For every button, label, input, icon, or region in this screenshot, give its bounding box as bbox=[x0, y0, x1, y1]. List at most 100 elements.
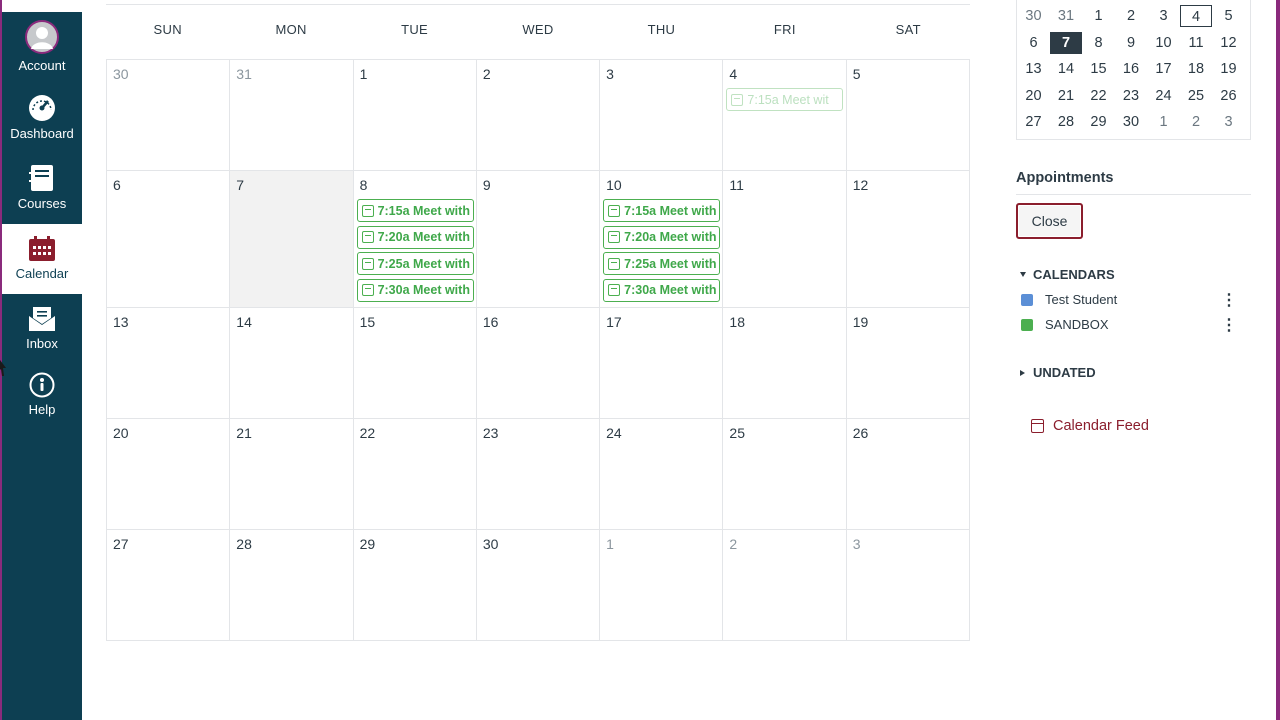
mini-calendar-day[interactable]: 1 bbox=[1148, 111, 1180, 133]
day-cell[interactable]: 1 bbox=[353, 60, 477, 171]
day-cell[interactable]: 2 bbox=[723, 530, 847, 641]
mini-calendar-day[interactable]: 2 bbox=[1115, 5, 1147, 27]
day-cell[interactable]: 19 bbox=[846, 308, 970, 419]
day-number[interactable]: 31 bbox=[236, 66, 252, 82]
mini-calendar-day[interactable]: 24 bbox=[1148, 85, 1180, 107]
mini-calendar-day[interactable]: 21 bbox=[1050, 85, 1082, 107]
nav-inbox[interactable]: Inbox bbox=[2, 306, 82, 362]
day-cell[interactable]: 6 bbox=[107, 171, 231, 308]
day-number[interactable]: 30 bbox=[483, 536, 499, 552]
day-cell[interactable]: 20 bbox=[107, 419, 231, 530]
nav-account[interactable]: Account bbox=[2, 20, 82, 82]
mini-calendar-day[interactable]: 5 bbox=[1213, 5, 1245, 27]
day-cell[interactable]: 15 bbox=[353, 308, 477, 419]
day-cell[interactable]: 2 bbox=[476, 60, 601, 171]
day-cell[interactable]: 3 bbox=[600, 60, 724, 171]
mini-calendar-day[interactable]: 1 bbox=[1083, 5, 1115, 27]
day-cell[interactable]: 12 bbox=[846, 171, 970, 308]
more-options-icon[interactable]: ⋮ bbox=[1221, 315, 1237, 335]
day-number[interactable]: 28 bbox=[236, 536, 252, 552]
day-number[interactable]: 9 bbox=[483, 177, 491, 193]
day-cell[interactable]: 5 bbox=[846, 60, 970, 171]
mini-calendar-day[interactable]: 13 bbox=[1018, 58, 1050, 80]
calendar-color-swatch[interactable] bbox=[1021, 318, 1033, 331]
mini-calendar-day[interactable]: 28 bbox=[1050, 111, 1082, 133]
mini-calendar-day[interactable]: 7 bbox=[1050, 31, 1082, 54]
mini-calendar-day[interactable]: 17 bbox=[1148, 58, 1180, 80]
nav-calendar[interactable]: Calendar bbox=[2, 224, 82, 294]
day-cell[interactable]: 3 bbox=[846, 530, 970, 641]
day-number[interactable]: 12 bbox=[853, 177, 869, 193]
mini-calendar-day[interactable]: 12 bbox=[1213, 32, 1245, 54]
mini-calendar-day[interactable]: 27 bbox=[1018, 111, 1050, 133]
day-number[interactable]: 11 bbox=[729, 177, 744, 193]
mini-calendar-day[interactable]: 29 bbox=[1083, 111, 1115, 133]
nav-dashboard[interactable]: Dashboard bbox=[2, 94, 82, 150]
day-cell[interactable]: 1 bbox=[600, 530, 724, 641]
mini-calendar-day[interactable]: 8 bbox=[1083, 32, 1115, 54]
day-cell[interactable]: 9 bbox=[476, 171, 601, 308]
calendar-event[interactable]: 7:25a Meet with bbox=[356, 252, 474, 275]
day-number[interactable]: 17 bbox=[606, 314, 622, 330]
mini-calendar-day[interactable]: 25 bbox=[1180, 85, 1212, 107]
day-cell[interactable]: 31 bbox=[230, 60, 354, 171]
day-cell[interactable]: 29 bbox=[353, 530, 477, 641]
day-cell[interactable]: 30 bbox=[476, 530, 601, 641]
mini-calendar-day[interactable]: 15 bbox=[1083, 58, 1115, 80]
day-number[interactable]: 29 bbox=[360, 536, 376, 552]
mini-calendar-day[interactable]: 18 bbox=[1180, 58, 1212, 80]
day-cell[interactable]: 11 bbox=[723, 171, 847, 308]
day-number[interactable]: 3 bbox=[606, 66, 614, 82]
day-cell[interactable]: 17 bbox=[600, 308, 724, 419]
mini-calendar-day[interactable]: 31 bbox=[1050, 5, 1082, 27]
day-number[interactable]: 5 bbox=[853, 66, 861, 82]
calendar-event[interactable]: 7:20a Meet with bbox=[603, 225, 721, 249]
nav-help[interactable]: Help bbox=[2, 372, 82, 428]
calendar-feed-link[interactable]: Calendar Feed bbox=[1031, 418, 1149, 434]
day-cell[interactable]: 27 bbox=[107, 530, 231, 641]
day-number[interactable]: 10 bbox=[606, 177, 622, 193]
mini-calendar-day[interactable]: 10 bbox=[1148, 32, 1180, 54]
nav-courses[interactable]: Courses bbox=[2, 164, 82, 220]
day-number[interactable]: 2 bbox=[483, 66, 491, 82]
calendar-event[interactable]: 7:15a Meet with bbox=[356, 199, 474, 222]
calendar-event[interactable]: 7:15a Meet wit bbox=[726, 88, 844, 111]
calendar-item-test-student[interactable]: Test Student ⋮ bbox=[1021, 290, 1241, 310]
mini-calendar-day[interactable]: 30 bbox=[1018, 5, 1050, 27]
calendar-event[interactable]: 7:20a Meet with bbox=[356, 225, 474, 249]
day-cell[interactable]: 24 bbox=[600, 419, 724, 530]
day-cell[interactable]: 4 7:15a Meet wit bbox=[723, 60, 847, 171]
calendars-toggle[interactable]: CALENDARS bbox=[1020, 267, 1115, 282]
calendar-item-sandbox[interactable]: SANDBOX ⋮ bbox=[1021, 315, 1241, 335]
calendar-event[interactable]: 7:15a Meet with bbox=[603, 199, 721, 222]
mini-calendar-day[interactable]: 4 bbox=[1180, 5, 1212, 28]
calendar-event[interactable]: 7:30a Meet with bbox=[603, 278, 721, 302]
day-number[interactable]: 1 bbox=[606, 536, 614, 552]
day-cell[interactable]: 28 bbox=[230, 530, 354, 641]
mini-calendar-day[interactable]: 14 bbox=[1050, 58, 1082, 80]
mini-calendar-day[interactable]: 23 bbox=[1115, 85, 1147, 107]
day-number[interactable]: 14 bbox=[236, 314, 252, 330]
day-number[interactable]: 15 bbox=[360, 314, 376, 330]
day-number[interactable]: 4 bbox=[729, 66, 737, 82]
day-number[interactable]: 22 bbox=[360, 425, 376, 441]
day-number[interactable]: 26 bbox=[853, 425, 869, 441]
more-options-icon[interactable]: ⋮ bbox=[1221, 290, 1237, 310]
day-number[interactable]: 21 bbox=[236, 425, 252, 441]
day-number[interactable]: 20 bbox=[113, 425, 129, 441]
day-number[interactable]: 6 bbox=[113, 177, 121, 193]
mini-calendar-day[interactable]: 9 bbox=[1115, 32, 1147, 54]
mini-calendar-day[interactable]: 20 bbox=[1018, 85, 1050, 107]
day-number[interactable]: 8 bbox=[360, 177, 368, 193]
mini-calendar-day[interactable]: 30 bbox=[1115, 111, 1147, 133]
day-number[interactable]: 7 bbox=[236, 177, 244, 193]
calendar-color-swatch[interactable] bbox=[1021, 293, 1033, 306]
day-cell[interactable]: 21 bbox=[230, 419, 354, 530]
undated-toggle[interactable]: UNDATED bbox=[1020, 365, 1096, 380]
day-number[interactable]: 16 bbox=[483, 314, 499, 330]
day-cell[interactable]: 18 bbox=[723, 308, 847, 419]
day-number[interactable]: 23 bbox=[483, 425, 499, 441]
day-number[interactable]: 24 bbox=[606, 425, 622, 441]
day-number[interactable]: 2 bbox=[729, 536, 737, 552]
day-number[interactable]: 25 bbox=[729, 425, 745, 441]
